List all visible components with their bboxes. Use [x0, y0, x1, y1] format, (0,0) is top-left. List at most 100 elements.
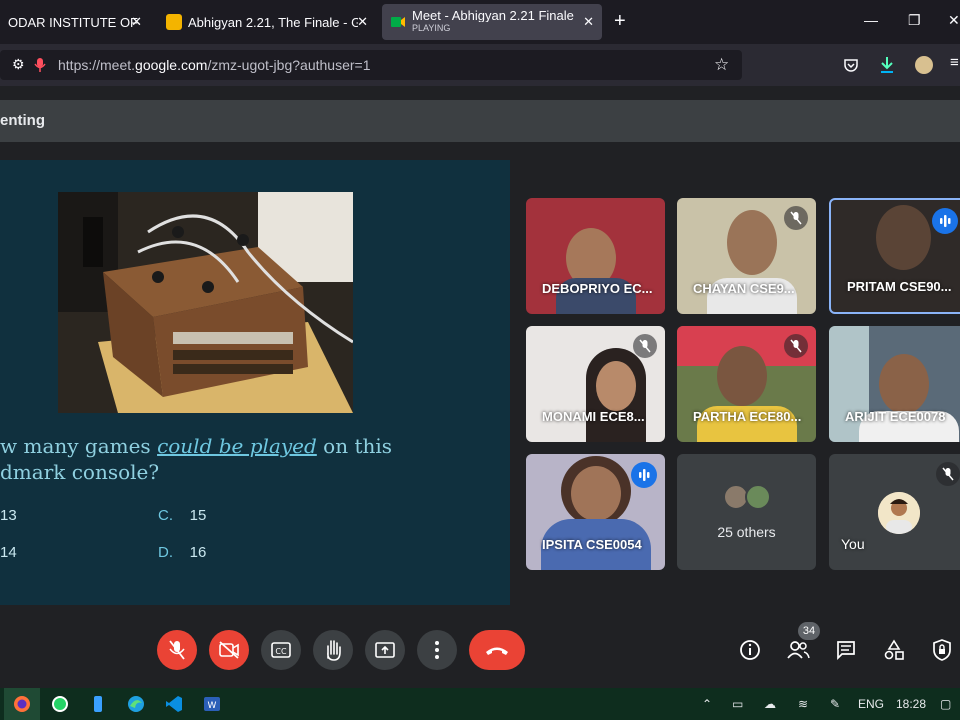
option-b: 14 [0, 544, 17, 561]
account-avatar[interactable] [915, 56, 933, 74]
participant-tile[interactable]: PRITAM CSE90... [829, 198, 960, 314]
more-options-button[interactable] [417, 630, 457, 670]
whatsapp-icon[interactable] [50, 694, 70, 714]
avatar [745, 484, 771, 510]
presenting-label: enting [0, 112, 45, 129]
tab-meet[interactable]: Meet - Abhigyan 2.21 Finale PLAYING ✕ [382, 4, 602, 40]
edge-icon[interactable] [126, 694, 146, 714]
firefox-icon [14, 696, 30, 712]
option-a: 13 [0, 507, 17, 524]
phone-link-icon[interactable] [88, 694, 108, 714]
participant-name: DEBOPRIYO EC... [542, 281, 653, 296]
captions-button[interactable]: CC [261, 630, 301, 670]
presentation-slide: w many games could be played on this dma… [0, 160, 510, 605]
raise-hand-button[interactable] [313, 630, 353, 670]
present-screen-button[interactable] [365, 630, 405, 670]
participant-name: MONAMI ECE8... [542, 409, 645, 424]
close-icon[interactable]: ✕ [131, 14, 142, 30]
tab-slides[interactable]: Abhigyan 2.21, The Finale - Goo ✕ [158, 4, 376, 40]
mic-off-icon [169, 640, 185, 660]
quiz-question: w many games could be played on this dma… [0, 434, 393, 484]
participant-count-badge: 34 [798, 622, 820, 640]
language-indicator[interactable]: ENG [858, 697, 884, 711]
site-settings-icon[interactable]: ⚙ [12, 56, 25, 73]
url-text: https://meet.google.com/zmz-ugot-jbg?aut… [58, 57, 371, 73]
word-icon[interactable]: W [202, 694, 222, 714]
new-tab-icon[interactable]: + [614, 10, 626, 33]
navigation-toolbar: ⚙ https://meet.google.com/zmz-ugot-jbg?a… [0, 44, 960, 86]
meeting-details-button[interactable] [732, 632, 768, 668]
chat-icon [837, 641, 855, 661]
others-count-label: 25 others [717, 524, 776, 540]
battery-icon[interactable]: ▭ [732, 697, 743, 711]
chevron-up-icon[interactable]: ⌃ [702, 697, 712, 711]
muted-mic-icon [633, 334, 657, 358]
clock[interactable]: 18:28 [896, 697, 926, 711]
present-icon [375, 642, 395, 658]
participant-name: CHAYAN CSE9... [693, 281, 795, 296]
microphone-active-icon[interactable] [34, 57, 46, 73]
more-vert-icon [435, 641, 439, 659]
participant-tile[interactable]: PARTHA ECE80... [677, 326, 816, 442]
end-call-icon [486, 647, 508, 655]
windows-taskbar: W ⌃ ▭ ☁ ≋ ✎ ENG 18:28 ▢ [0, 688, 960, 720]
vscode-icon[interactable] [164, 694, 184, 714]
speaking-indicator-icon [932, 208, 958, 234]
participant-name: PARTHA ECE80... [693, 409, 802, 424]
camera-off-icon [219, 641, 239, 659]
bookmark-star-icon[interactable]: ☆ [714, 55, 729, 75]
participants-button[interactable]: 34 [780, 622, 820, 668]
participant-tile[interactable]: IPSITA CSE0054 [526, 454, 665, 570]
muted-mic-icon [936, 462, 960, 486]
avatar [878, 492, 920, 534]
wifi-icon[interactable]: ≋ [798, 697, 808, 711]
host-controls-button[interactable] [924, 632, 960, 668]
menu-icon[interactable]: ≡ [950, 54, 959, 71]
hand-icon [327, 640, 341, 661]
tab-playing-label: PLAYING [412, 23, 451, 33]
leave-call-button[interactable] [469, 630, 525, 670]
participant-tile[interactable]: CHAYAN CSE9... [677, 198, 816, 314]
self-tile[interactable]: You [829, 454, 960, 570]
chat-button[interactable] [828, 632, 864, 668]
notifications-icon[interactable]: ▢ [940, 697, 951, 711]
option-d: D. 16 [158, 544, 207, 561]
window-close-icon[interactable]: ✕ [948, 12, 960, 29]
participant-tile[interactable]: DEBOPRIYO EC... [526, 198, 665, 314]
console-photo [58, 192, 353, 413]
restore-icon[interactable]: ❐ [908, 12, 921, 29]
svg-text:W: W [208, 701, 217, 711]
url-field[interactable]: ⚙ https://meet.google.com/zmz-ugot-jbg?a… [0, 50, 742, 80]
speaking-indicator-icon [631, 462, 657, 488]
pen-icon[interactable]: ✎ [830, 697, 840, 711]
muted-mic-icon [784, 334, 808, 358]
option-c: C. 15 [158, 507, 207, 524]
minimize-icon[interactable]: — [864, 12, 878, 28]
activities-button[interactable] [876, 632, 912, 668]
others-tile[interactable]: 25 others [677, 454, 816, 570]
participant-name: ARIJIT ECE0078 [845, 409, 946, 424]
mic-toggle-button[interactable] [157, 630, 197, 670]
participant-tile[interactable]: ARIJIT ECE0078 [829, 326, 960, 442]
captions-icon: CC [271, 642, 291, 658]
browser-tab-bar: ODAR INSTITUTE OF MA ✕ Abhigyan 2.21, Th… [0, 0, 960, 44]
shield-lock-icon [933, 639, 951, 661]
onedrive-icon[interactable]: ☁ [764, 697, 776, 711]
muted-mic-icon [784, 206, 808, 230]
camera-toggle-button[interactable] [209, 630, 249, 670]
activities-icon [884, 639, 904, 660]
tab-institute[interactable]: ODAR INSTITUTE OF MA ✕ [0, 4, 150, 40]
meet-icon [391, 17, 405, 27]
firefox-taskbar-item[interactable] [4, 688, 40, 720]
close-icon[interactable]: ✕ [583, 14, 594, 30]
info-icon [740, 640, 760, 660]
close-icon[interactable]: ✕ [357, 14, 368, 30]
svg-text:CC: CC [275, 647, 287, 656]
pocket-icon[interactable] [843, 57, 859, 73]
tab-title: Abhigyan 2.21, The Finale - Goo [188, 14, 358, 30]
presenting-bar: enting [0, 100, 960, 142]
downloads-icon[interactable] [879, 56, 895, 74]
participant-tile[interactable]: MONAMI ECE8... [526, 326, 665, 442]
slides-icon [166, 14, 182, 30]
tab-title: Meet - Abhigyan 2.21 Finale [412, 9, 574, 22]
